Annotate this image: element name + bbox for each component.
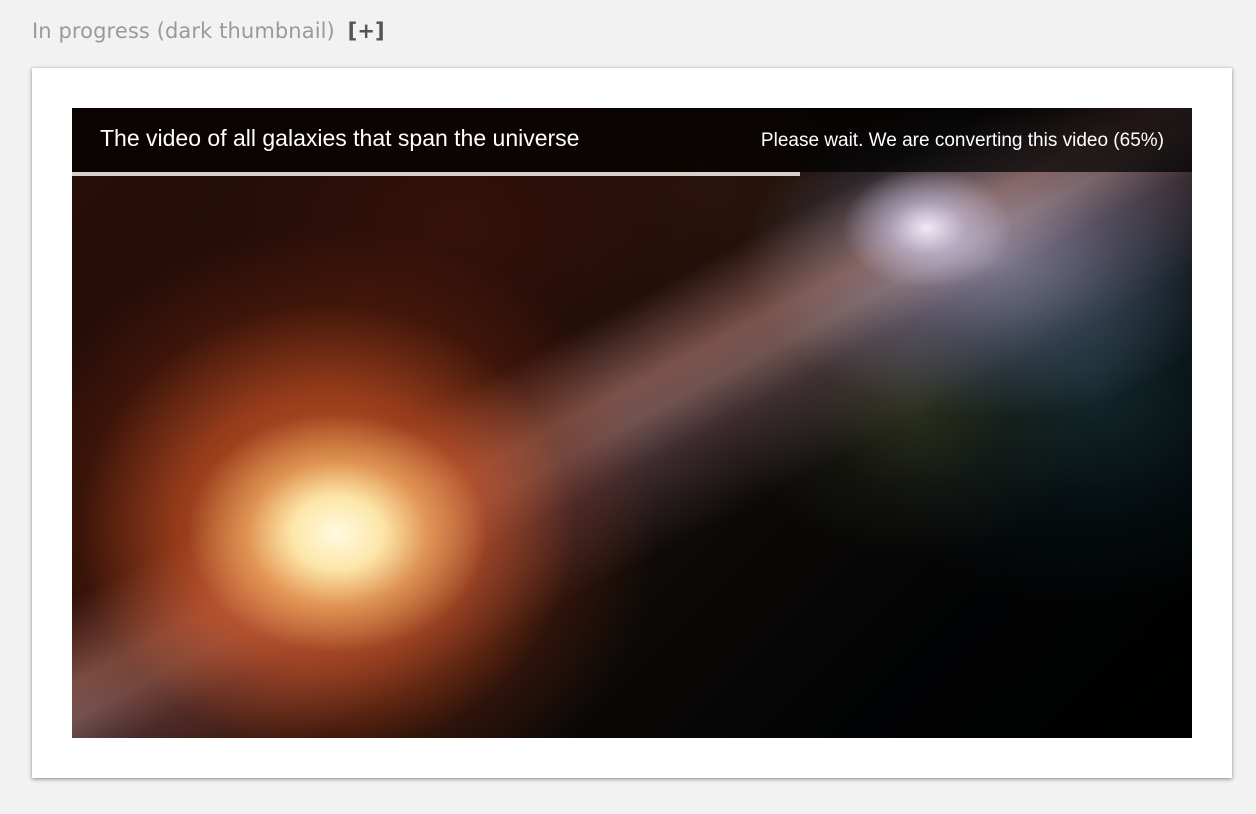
expand-toggle[interactable]: [+] [348, 19, 385, 43]
conversion-progress-bar [72, 172, 1192, 176]
section-heading: In progress (dark thumbnail) [+] [32, 19, 385, 43]
video-title-bar: The video of all galaxies that span the … [72, 108, 1192, 172]
video-player[interactable]: The video of all galaxies that span the … [72, 108, 1192, 738]
section-title: In progress (dark thumbnail) [32, 19, 335, 43]
video-card: The video of all galaxies that span the … [32, 68, 1232, 778]
video-thumbnail [72, 108, 1192, 738]
conversion-status: Please wait. We are converting this vide… [760, 130, 1164, 151]
video-title: The video of all galaxies that span the … [100, 125, 580, 151]
conversion-progress-fill [72, 172, 800, 176]
